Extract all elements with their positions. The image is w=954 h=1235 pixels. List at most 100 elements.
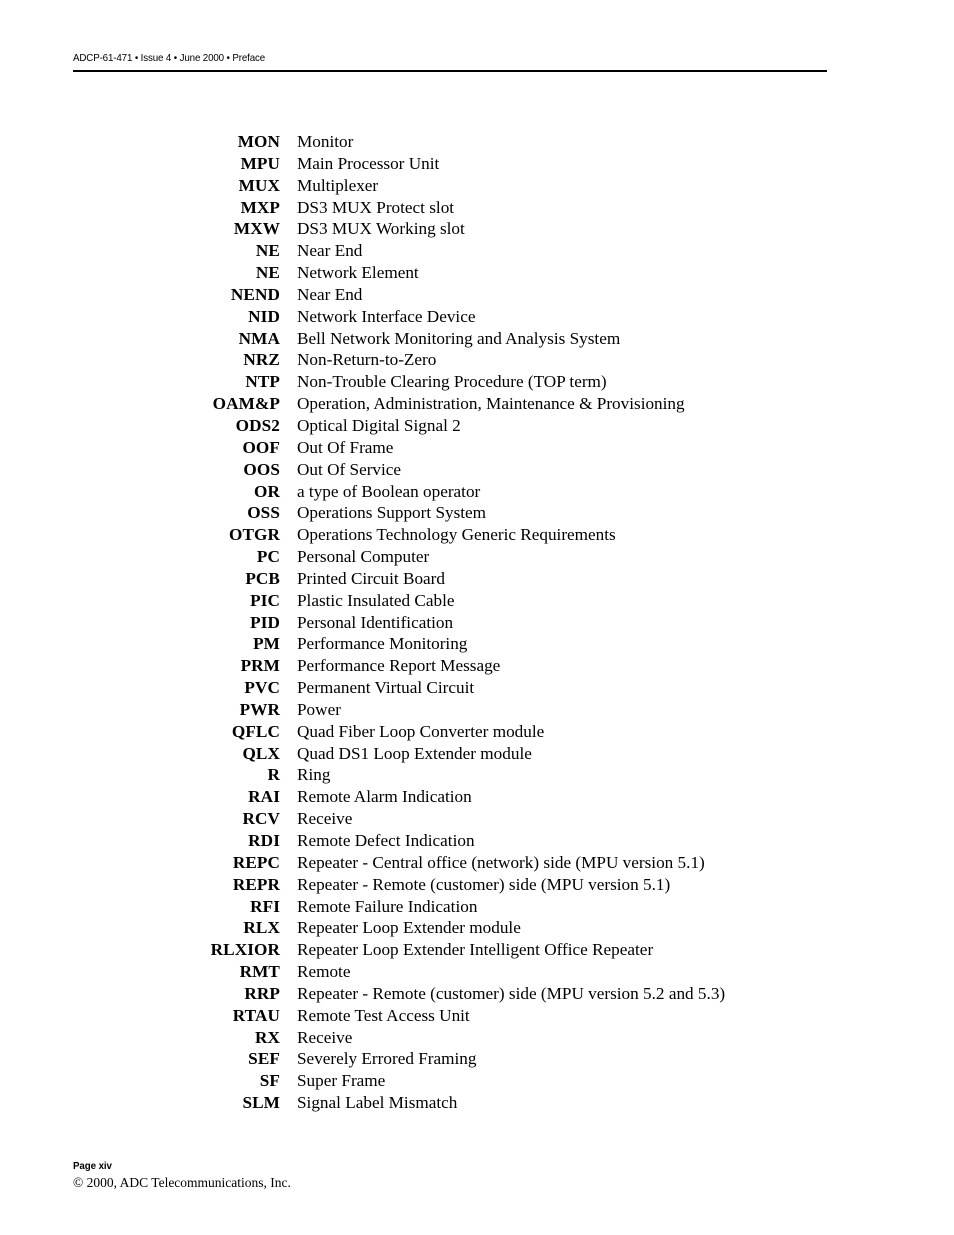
glossary-term: OSS	[247, 503, 280, 523]
glossary-definition: Non-Return-to-Zero	[297, 350, 437, 370]
glossary-term: REPC	[232, 852, 280, 872]
glossary-definition: Network Element	[297, 263, 419, 283]
glossary-entry: RDI Remote Defect Indication	[0, 830, 954, 852]
glossary-list: MON Monitor MPU Main Processor Unit MUX Multi…	[0, 131, 954, 1114]
glossary-entry: SLM Signal Label Mismatch	[0, 1092, 954, 1114]
header-document-reference: ADCP-61-471 • Issue 4 • June 2000 • Pref…	[73, 52, 266, 64]
glossary-definition: Out Of Service	[297, 459, 402, 479]
glossary-definition: Remote Alarm Indication	[297, 787, 472, 807]
glossary-definition: Plastic Insulated Cable	[297, 590, 455, 610]
glossary-definition: Repeater Loop Extender module	[297, 918, 521, 938]
glossary-definition: Optical Digital Signal 2	[297, 415, 461, 435]
glossary-term: NMA	[238, 328, 280, 348]
glossary-entry: RX Receive	[0, 1027, 954, 1049]
glossary-term: SEF	[248, 1049, 280, 1069]
glossary-term: RRP	[244, 983, 280, 1003]
glossary-entry: MXP DS3 MUX Protect slot	[0, 197, 954, 219]
glossary-definition: Network Interface Device	[297, 306, 476, 326]
glossary-entry: PCB Printed Circuit Board	[0, 568, 954, 590]
glossary-entry: NRZ Non-Return-to-Zero	[0, 349, 954, 371]
glossary-definition: Performance Monitoring	[297, 634, 468, 654]
glossary-definition: Performance Report Message	[297, 656, 501, 676]
glossary-entry: RFI Remote Failure Indication	[0, 896, 954, 918]
glossary-entry: RRP Repeater - Remote (customer) side (MP…	[0, 983, 954, 1005]
glossary-definition: DS3 MUX Protect slot	[297, 197, 455, 217]
glossary-definition: Remote Failure Indication	[297, 896, 478, 916]
glossary-definition: Operations Technology Generic Requiremen…	[297, 525, 616, 545]
glossary-entry: OOF Out Of Frame	[0, 437, 954, 459]
glossary-entry: NMA Bell Network Monitoring and Analysis …	[0, 328, 954, 350]
glossary-definition: Receive	[297, 809, 353, 829]
glossary-definition: Multiplexer	[297, 175, 379, 195]
glossary-entry: MON Monitor	[0, 131, 954, 153]
glossary-entry: PID Personal Identification	[0, 612, 954, 634]
glossary-term: MXW	[233, 219, 280, 239]
glossary-definition: Operations Support System	[297, 503, 487, 523]
glossary-definition: Main Processor Unit	[297, 153, 440, 173]
glossary-term: PRM	[240, 656, 280, 676]
glossary-entry: MUX Multiplexer	[0, 175, 954, 197]
glossary-definition: Ring	[297, 765, 331, 785]
glossary-entry: PIC Plastic Insulated Cable	[0, 590, 954, 612]
glossary-definition: DS3 MUX Working slot	[297, 219, 465, 239]
glossary-term: MUX	[238, 175, 280, 195]
glossary-entry: RLX Repeater Loop Extender module	[0, 917, 954, 939]
glossary-term: RX	[254, 1027, 280, 1047]
glossary-definition: Quad DS1 Loop Extender module	[297, 743, 532, 763]
glossary-term: PVC	[244, 678, 280, 698]
glossary-definition: Receive	[297, 1027, 353, 1047]
glossary-entry: R Ring	[0, 764, 954, 786]
glossary-entry: NID Network Interface Device	[0, 306, 954, 328]
glossary-definition: Bell Network Monitoring and Analysis Sys…	[297, 328, 621, 348]
glossary-term: REPR	[232, 874, 280, 894]
glossary-entry: NE Near End	[0, 240, 954, 262]
glossary-entry: OOS Out Of Service	[0, 459, 954, 481]
glossary-term: MON	[237, 132, 280, 151]
glossary-term: OR	[254, 481, 280, 501]
glossary-entry: OAM&P Operation, Administration, Maintena…	[0, 393, 954, 415]
glossary-entry: NTP Non-Trouble Clearing Procedure (TOP t…	[0, 371, 954, 393]
page-number-label: Page xiv	[73, 1160, 112, 1172]
glossary-definition: Permanent Virtual Circuit	[297, 678, 475, 698]
glossary-term: PWR	[239, 699, 280, 719]
glossary-entry: OTGR Operations Technology Generic Requir…	[0, 524, 954, 546]
glossary-term: RLXIOR	[210, 940, 280, 960]
glossary-term: OOS	[243, 459, 280, 479]
glossary-definition: Repeater - Central office (network) side…	[297, 852, 705, 872]
glossary-term: NID	[248, 306, 280, 326]
glossary-entry: REPC Repeater - Central office (network) …	[0, 852, 954, 874]
glossary-term: NE	[255, 263, 280, 283]
glossary-term: RAI	[248, 787, 280, 807]
glossary-term: ODS2	[235, 415, 280, 435]
glossary-entry: RAI Remote Alarm Indication	[0, 786, 954, 808]
glossary-entry: RCV Receive	[0, 808, 954, 830]
copyright-notice: © 2000, ADC Telecommunications, Inc.	[73, 1175, 291, 1190]
glossary-entry: RTAU Remote Test Access Unit	[0, 1005, 954, 1027]
glossary-term: QFLC	[231, 721, 280, 741]
glossary-definition: a type of Boolean operator	[297, 481, 481, 501]
glossary-term: RCV	[242, 809, 280, 829]
glossary-definition: Super Frame	[297, 1071, 386, 1091]
glossary-definition: Personal Identification	[297, 612, 454, 632]
glossary-term: MPU	[240, 153, 280, 173]
page-header: ADCP-61-471 • Issue 4 • June 2000 • Pref…	[73, 52, 827, 72]
glossary-term: PCB	[245, 568, 280, 588]
glossary-term: RDI	[248, 831, 280, 850]
glossary-definition: Quad Fiber Loop Converter module	[297, 721, 545, 741]
header-divider-rule	[73, 70, 827, 72]
glossary-definition: Near End	[297, 241, 363, 261]
glossary-term: OTGR	[228, 525, 280, 545]
glossary-term: RTAU	[232, 1005, 280, 1025]
glossary-entry: PC Personal Computer	[0, 546, 954, 568]
glossary-term: PM	[253, 634, 280, 654]
glossary-entry: MXW DS3 MUX Working slot	[0, 218, 954, 240]
glossary-term: OAM&P	[212, 394, 280, 414]
glossary-definition: Repeater Loop Extender Intelligent Offic…	[297, 940, 654, 960]
glossary-entry: OSS Operations Support System	[0, 502, 954, 524]
glossary-term: OOF	[242, 437, 280, 457]
glossary-term: QLX	[242, 743, 280, 763]
glossary-definition: Near End	[297, 284, 363, 304]
glossary-term: NE	[255, 241, 280, 261]
glossary-definition: Remote	[297, 962, 351, 982]
glossary-entry: QLX Quad DS1 Loop Extender module	[0, 743, 954, 765]
